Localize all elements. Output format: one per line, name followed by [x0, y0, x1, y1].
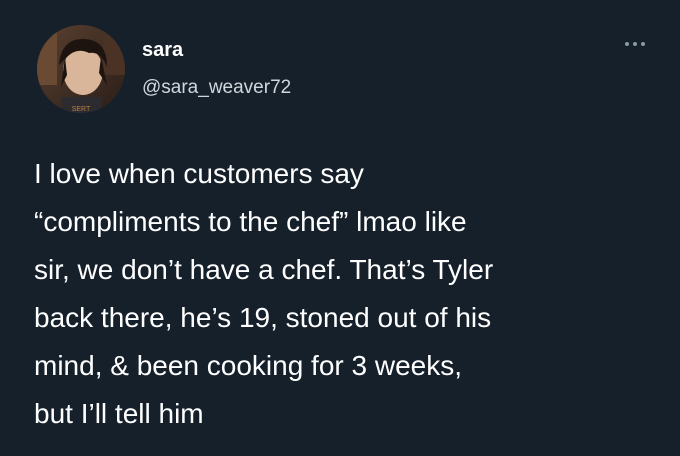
author-name[interactable]: sara — [142, 39, 183, 61]
tweet-card: SERT sara @sara_weaver72 I love when cus… — [0, 0, 680, 456]
svg-text:SERT: SERT — [72, 106, 91, 113]
tweet-line: I love when customers say — [34, 158, 364, 189]
tweet-line: mind, & been cooking for 3 weeks, — [34, 350, 463, 381]
avatar-image: SERT — [37, 25, 125, 113]
more-dot — [625, 42, 629, 46]
more-dot — [633, 42, 637, 46]
more-dot — [641, 42, 645, 46]
tweet-line: but I’ll tell him — [34, 398, 204, 429]
tweet-line: back there, he’s 19, stoned out of his — [34, 302, 492, 333]
more-icon[interactable] — [620, 34, 650, 54]
tweet-text: I love when customers say “compliments t… — [34, 150, 654, 438]
tweet-line: sir, we don’t have a chef. That’s Tyler — [34, 254, 494, 285]
avatar[interactable]: SERT — [37, 25, 125, 113]
tweet-line: “compliments to the chef” lmao like — [34, 206, 467, 237]
author-handle[interactable]: @sara_weaver72 — [142, 77, 291, 99]
